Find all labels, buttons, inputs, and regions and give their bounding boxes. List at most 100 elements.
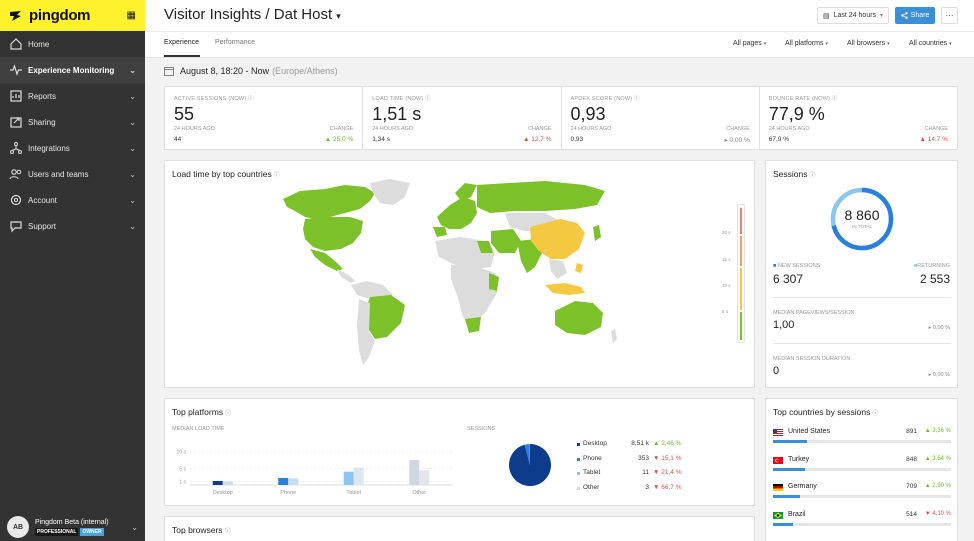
x-tick-label: Phone: [280, 490, 296, 496]
kpi-change-label: CHANGE: [726, 126, 750, 132]
kpi-value: 1,51 s: [372, 104, 422, 124]
bar-tablet-1[interactable]: [343, 471, 354, 485]
legend-row-other[interactable]: Other 3 ▼ 66,7 %: [577, 484, 689, 493]
help-icon[interactable]: ⓘ: [832, 96, 838, 102]
more-button[interactable]: ···: [941, 7, 958, 24]
kpi-label: BOUNCE RATE (NOW) ⓘ: [768, 96, 838, 102]
bar-phone-1[interactable]: [278, 478, 289, 485]
share-icon: [9, 115, 23, 129]
y-tick-label: 1 s: [179, 480, 186, 486]
tab-performance[interactable]: Performance: [215, 39, 255, 46]
chevron-down-icon: ▾: [887, 41, 890, 47]
chevron-down-icon: ⌄: [129, 65, 136, 75]
share-button[interactable]: Share: [895, 7, 935, 24]
kpi-sub-label: 24 HOURS AGO: [372, 126, 414, 132]
home-icon: [9, 37, 23, 51]
kpi-tile[interactable]: ACTIVE SESSIONS (NOW) ⓘ 55 24 HOURS AGO 44 C…: [165, 87, 364, 149]
region-australia: [555, 301, 603, 335]
kpi-tile[interactable]: APDEX SCORE (NOW) ⓘ 0,93 24 HOURS AGO 0,93 C…: [562, 87, 760, 149]
bar-other-2[interactable]: [419, 470, 430, 485]
legend-scale: [737, 204, 745, 343]
help-icon[interactable]: ⓘ: [225, 411, 231, 417]
user-menu[interactable]: AB Pingdom Beta (internal) PROFESSIONAL …: [0, 513, 145, 541]
x-tick-label: Tablet: [346, 490, 361, 496]
us-flag-icon: [773, 429, 783, 436]
kpi-change-label: CHANGE: [527, 126, 552, 132]
country-row-brazil[interactable]: Brazil 514 ▼ 4,10 %: [773, 511, 951, 531]
help-icon[interactable]: ⓘ: [810, 173, 816, 179]
country-row-germany[interactable]: Germany 709 ▲ 2,90 %: [773, 483, 951, 503]
time-range-button[interactable]: ▤ Last 24 hours ▾: [817, 7, 889, 24]
card-title: Top platforms ⓘ: [172, 407, 232, 417]
country-change: ▲ 3,36 %: [924, 428, 951, 434]
pageviews-value: 1,00: [773, 319, 795, 331]
sidebar-item-home[interactable]: Home: [0, 31, 145, 57]
legend-row-tablet[interactable]: Tablet 11 ▼ 21,4 %: [577, 469, 689, 478]
legend-row-phone[interactable]: Phone 353 ▼ 15,1 %: [577, 455, 689, 464]
filter-pages[interactable]: All pages ▾: [733, 40, 766, 47]
country-row-united-states[interactable]: United States 891 ▲ 3,36 %: [773, 428, 951, 448]
chevron-down-icon: ⌄: [129, 91, 136, 101]
region-japan: [593, 225, 601, 241]
sessions-total: 8 860: [844, 207, 880, 223]
users-icon: [9, 167, 23, 181]
sidebar-item-support[interactable]: Support ⌄: [0, 213, 145, 239]
new-sessions-label: ■ NEW SESSIONS: [773, 263, 821, 269]
brand-name[interactable]: pingdom: [29, 7, 91, 24]
kpi-tile[interactable]: LOAD TIME (NOW) ⓘ 1,51 s 24 HOURS AGO 1,34 …: [363, 87, 562, 149]
bar-phone-2[interactable]: [288, 478, 299, 485]
sidebar-item-account[interactable]: Account ⌄: [0, 187, 145, 213]
apps-grid-icon[interactable]: ▦: [127, 10, 136, 21]
legend-change: ▼ 66,7 %: [653, 483, 682, 491]
legend-value: 3: [645, 483, 649, 491]
filter-platforms[interactable]: All platforms ▾: [785, 40, 828, 47]
bar-tablet-2[interactable]: [353, 467, 364, 485]
help-icon[interactable]: ⓘ: [634, 96, 640, 102]
region-middle-east: [491, 229, 521, 253]
kpi-sub-value: 1,34 s: [372, 136, 390, 143]
help-icon[interactable]: ⓘ: [225, 529, 231, 535]
bar-desktop-2[interactable]: [222, 481, 233, 485]
legend-change: ▼ 15,1 %: [653, 454, 682, 462]
divider: [145, 31, 974, 32]
chevron-down-icon: ⌄: [129, 143, 136, 153]
legend-value: 353: [638, 454, 649, 462]
top-browsers-card: Top browsers ⓘ: [164, 516, 755, 541]
region-canada: [283, 185, 375, 219]
card-title: Top browsers ⓘ: [172, 525, 231, 535]
sidebar-item-label: Account: [28, 195, 57, 205]
legend-value: 11: [642, 469, 649, 476]
germany-flag-icon: [773, 484, 783, 491]
chevron-down-icon: ▾: [763, 41, 767, 47]
page-title[interactable]: Visitor Insights / Dat Host ▾: [164, 6, 341, 23]
tab-experience[interactable]: Experience: [164, 39, 199, 46]
pulse-icon: [9, 63, 23, 77]
region-indonesia: [545, 283, 585, 295]
header: Visitor Insights / Dat Host ▾ ▤ Last 24 …: [145, 0, 974, 58]
kpi-strip: ACTIVE SESSIONS (NOW) ⓘ 55 24 HOURS AGO 44 C…: [164, 86, 958, 150]
filter-browsers[interactable]: All browsers ▾: [847, 40, 890, 47]
kpi-sub-value: 0,93: [570, 136, 584, 143]
country-value: 514: [906, 510, 917, 518]
sidebar-item-integrations[interactable]: Integrations ⌄: [0, 135, 145, 161]
country-row-turkey[interactable]: Turkey 848 ▲ 3,54 %: [773, 456, 951, 476]
sidebar-item-users-and-teams[interactable]: Users and teams ⌄: [0, 161, 145, 187]
help-icon[interactable]: ⓘ: [872, 411, 878, 417]
filter-countries[interactable]: All countries ▾: [909, 40, 952, 47]
help-icon[interactable]: ⓘ: [425, 96, 431, 102]
world-map[interactable]: [165, 161, 756, 389]
sidebar-item-experience-monitoring[interactable]: Experience Monitoring ⌄: [0, 57, 145, 83]
x-tick-label: Desktop: [213, 490, 233, 496]
top-platforms-card: Top platforms ⓘ MEDIAN LOAD TIME SESSIONS…: [164, 398, 755, 506]
bar-other-1[interactable]: [409, 460, 420, 485]
legend-row-desktop[interactable]: Desktop 8,51 k ▲ 2,46 %: [577, 440, 689, 449]
kpi-tile[interactable]: BOUNCE RATE (NOW) ⓘ 77,9 % 24 HOURS AGO 67,…: [760, 87, 957, 149]
caret-down-icon: ▾: [336, 11, 341, 21]
kpi-label: APDEX SCORE (NOW) ⓘ: [570, 96, 640, 102]
help-icon[interactable]: ⓘ: [248, 96, 254, 102]
country-change: ▲ 2,90 %: [924, 483, 951, 489]
bar-desktop-1[interactable]: [212, 481, 223, 485]
sidebar-item-sharing[interactable]: Sharing ⌄: [0, 109, 145, 135]
sidebar-item-reports[interactable]: Reports ⌄: [0, 83, 145, 109]
pingdom-logo-icon: [10, 10, 21, 21]
